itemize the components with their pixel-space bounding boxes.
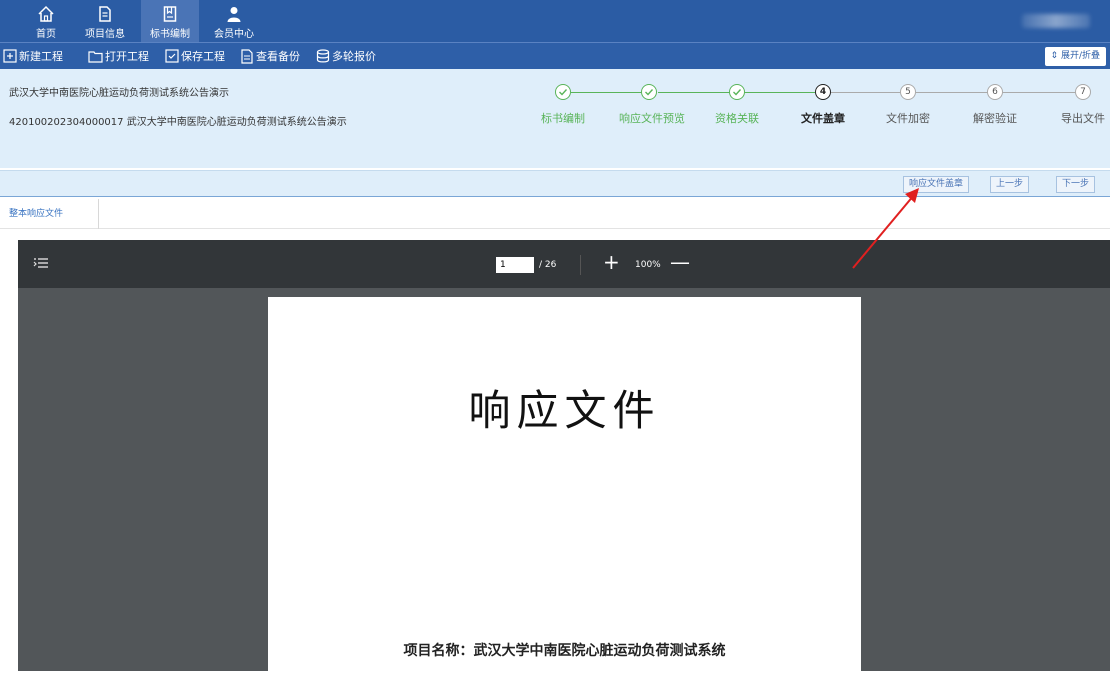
document-icon: [99, 6, 111, 22]
expand-collapse-label: 展开/折叠: [1060, 51, 1100, 61]
view-backup-label: 查看备份: [256, 50, 300, 63]
step-response-preview[interactable]: 响应文件预览: [619, 84, 685, 126]
nav-project-info-label: 项目信息: [85, 29, 125, 40]
step-qualification-link[interactable]: 资格关联: [707, 84, 767, 126]
step-number: 6: [987, 84, 1003, 100]
nav-bid-editing-label: 标书编制: [150, 29, 190, 40]
step-label: 文件盖章: [801, 112, 845, 125]
step-label: 导出文件: [1061, 112, 1105, 125]
save-project-label: 保存工程: [181, 50, 225, 63]
nav-bid-editing[interactable]: 标书编制: [141, 0, 199, 42]
document-title: 响应文件: [468, 386, 661, 435]
new-project-icon: [3, 49, 17, 63]
step-bid-editing[interactable]: 标书编制: [533, 84, 593, 126]
multi-round-quote-button[interactable]: 多轮报价: [316, 43, 376, 69]
document-tabs: 整本响应文件: [0, 199, 1110, 229]
pdf-toolbar: 1 / 26 + 100% —: [18, 240, 1110, 288]
pdf-viewer: 1 / 26 + 100% — 响应文件 项目名称：武汉大学中南医院心脏运动负荷…: [18, 240, 1110, 677]
expand-collapse-button[interactable]: ⇕ 展开/折叠: [1044, 47, 1106, 66]
toolbar: 新建工程 打开工程 保存工程 查看备份 多轮报价 ⇕ 展开/折叠: [0, 42, 1110, 69]
save-icon: [165, 49, 179, 63]
page-number-input[interactable]: 1: [496, 257, 534, 273]
step-export-file[interactable]: 7 导出文件: [1053, 84, 1110, 126]
open-project-label: 打开工程: [105, 50, 149, 63]
zoom-out-button[interactable]: —: [670, 250, 690, 274]
prev-step-button[interactable]: 上一步: [990, 176, 1030, 193]
action-row: 响应文件盖章 上一步 下一步: [0, 170, 1110, 197]
backup-document-icon: [241, 48, 253, 64]
save-project-button[interactable]: 保存工程: [165, 43, 225, 69]
step-label: 响应文件预览: [619, 112, 685, 125]
zoom-in-button[interactable]: +: [603, 250, 620, 274]
nav-member-center-label: 会员中心: [214, 29, 254, 40]
new-project-button[interactable]: 新建工程: [3, 43, 63, 69]
nav-project-info[interactable]: 项目信息: [81, 0, 129, 42]
zoom-level: 100%: [635, 260, 661, 270]
multi-round-quote-label: 多轮报价: [332, 50, 376, 63]
toolbar-divider: [580, 255, 581, 275]
nav-home[interactable]: 首页: [28, 0, 64, 42]
step-label: 解密验证: [973, 112, 1017, 125]
outline-menu-icon[interactable]: [32, 255, 50, 273]
nav-member-center[interactable]: 会员中心: [210, 0, 258, 42]
expand-arrow-icon: ⇕: [1050, 51, 1059, 61]
database-icon: [316, 49, 330, 63]
top-nav: 首页 项目信息 标书编制 会员中心: [0, 0, 1110, 42]
tab-full-response-file[interactable]: 整本响应文件: [0, 199, 99, 229]
step-file-seal[interactable]: 4 文件盖章: [793, 84, 853, 126]
step-number: 4: [815, 84, 831, 100]
pdf-page: 响应文件 项目名称：武汉大学中南医院心脏运动负荷测试系统: [268, 297, 861, 677]
project-code-line: 420100202304000017 武汉大学中南医院心脏运动负荷测试系统公告演…: [9, 117, 347, 128]
step-number: 7: [1075, 84, 1091, 100]
step-file-encrypt[interactable]: 5 文件加密: [878, 84, 938, 126]
home-icon: [38, 5, 54, 22]
step-decrypt-verify[interactable]: 6 解密验证: [965, 84, 1025, 126]
document-project-line: 项目名称：武汉大学中南医院心脏运动负荷测试系统: [403, 643, 726, 659]
project-info-panel: 武汉大学中南医院心脏运动负荷测试系统公告演示 42010020230400001…: [0, 69, 1110, 197]
view-backup-button[interactable]: 查看备份: [240, 43, 300, 69]
user-account-blurred[interactable]: [1022, 14, 1090, 28]
step-label: 文件加密: [886, 112, 930, 125]
response-file-seal-button[interactable]: 响应文件盖章: [903, 176, 970, 193]
step-label: 资格关联: [715, 112, 759, 125]
open-project-button[interactable]: 打开工程: [88, 43, 149, 69]
project-name: 武汉大学中南医院心脏运动负荷测试系统公告演示: [9, 88, 229, 99]
new-project-label: 新建工程: [19, 50, 63, 63]
step-number: 5: [900, 84, 916, 100]
check-icon: [729, 84, 745, 100]
page-total: / 26: [539, 260, 557, 270]
check-icon: [641, 84, 657, 100]
book-icon: [163, 6, 177, 22]
folder-icon: [88, 51, 103, 63]
user-icon: [227, 7, 241, 22]
step-label: 标书编制: [541, 112, 585, 125]
next-step-button[interactable]: 下一步: [1056, 176, 1096, 193]
check-icon: [555, 84, 571, 100]
nav-home-label: 首页: [36, 29, 56, 40]
